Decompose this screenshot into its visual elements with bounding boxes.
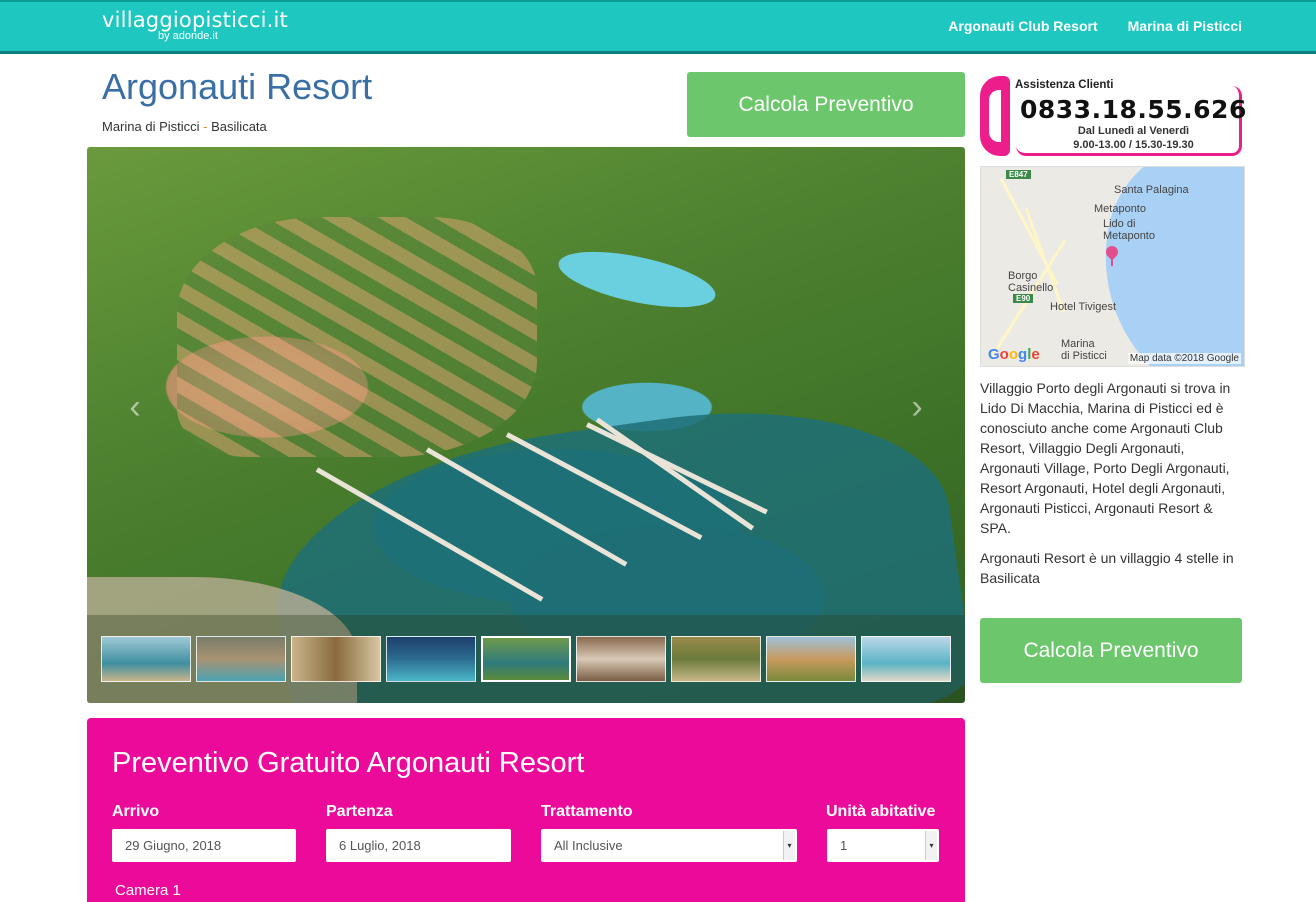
free-quote-form: Preventivo Gratuito Argonauti Resort Arr… — [87, 718, 965, 902]
customer-assistance-banner: Assistenza Clienti 0833.18.55.626 Dal Lu… — [980, 76, 1246, 156]
page-title: Argonauti Resort — [102, 66, 373, 107]
units-label: Unità abitative — [826, 803, 936, 820]
thumbnail-6[interactable] — [576, 636, 666, 682]
departure-label: Partenza — [326, 803, 393, 820]
thumbnail-9[interactable] — [861, 636, 951, 682]
description-paragraph-1: Villaggio Porto degli Argonauti si trova… — [980, 380, 1231, 536]
board-select-value: All Inclusive — [554, 838, 623, 853]
departure-date-input[interactable]: 6 Luglio, 2018 — [326, 829, 511, 862]
room-1-label: Camera 1 — [115, 882, 181, 899]
quote-form-title: Preventivo Gratuito Argonauti Resort — [112, 747, 585, 779]
thumbnail-5[interactable] — [481, 636, 571, 682]
gallery-next-arrow-icon[interactable]: › — [887, 377, 947, 437]
location-map[interactable]: E847 E90 Santa Palagina Metaponto Lido d… — [980, 166, 1245, 367]
gallery-photo-pool — [554, 240, 720, 319]
thumbnail-7[interactable] — [671, 636, 761, 682]
units-select[interactable]: 1 ▾ — [827, 829, 939, 862]
map-sea — [1076, 167, 1244, 366]
map-label-santa-palagina: Santa Palagina — [1114, 184, 1189, 196]
assistance-days: Dal Lunedì al Venerdì — [1077, 125, 1190, 137]
map-shield-e90: E90 — [1013, 294, 1034, 303]
brand-logo[interactable]: villaggiopisticci.it by adonde.it — [102, 8, 288, 42]
description-paragraph-2: Argonauti Resort è un villaggio 4 stelle… — [980, 550, 1234, 586]
arrival-label: Arrivo — [112, 803, 160, 820]
gallery-photo-resort-buildings — [177, 217, 537, 457]
thumbnail-2[interactable] — [196, 636, 286, 682]
map-data-credit: Map data ©2018 Google — [1127, 353, 1241, 364]
map-pin-stem — [1111, 256, 1113, 266]
location-subtitle: Marina di Pisticci - Basilicata — [102, 119, 267, 134]
arrival-date-input[interactable]: 29 Giugno, 2018 — [112, 829, 296, 862]
thumbnail-strip — [87, 615, 965, 703]
nav-link-argonauti-club-resort[interactable]: Argonauti Club Resort — [948, 18, 1097, 34]
top-navbar: villaggiopisticci.it by adonde.it Argona… — [0, 0, 1316, 54]
thumbnail-4[interactable] — [386, 636, 476, 682]
assistance-phone-number[interactable]: 0833.18.55.626 — [1020, 95, 1247, 124]
board-label: Trattamento — [541, 803, 633, 820]
calcola-preventivo-button-sidebar[interactable]: Calcola Preventivo — [980, 618, 1242, 683]
thumbnail-1[interactable] — [101, 636, 191, 682]
resort-description: Villaggio Porto degli Argonauti si trova… — [980, 378, 1245, 598]
nav-links: Argonauti Club Resort Marina di Pisticci — [948, 18, 1242, 34]
select-arrow-icon: ▾ — [925, 831, 937, 860]
calcola-preventivo-button-top[interactable]: Calcola Preventivo — [687, 72, 965, 137]
units-select-value: 1 — [840, 838, 848, 853]
map-label-hotel-tivigest: Hotel Tivigest — [1050, 301, 1117, 313]
map-label-borgo-casinello: Borgo Casinello — [1008, 270, 1054, 294]
location-separator: - — [203, 119, 208, 134]
brand-name[interactable]: villaggiopisticci.it — [102, 8, 288, 32]
board-select[interactable]: All Inclusive ▾ — [541, 829, 797, 862]
thumbnail-8[interactable] — [766, 636, 856, 682]
assistance-label: Assistenza Clienti — [1012, 79, 1117, 91]
map-label-marina-di-pisticci: Marina di Pisticci — [1061, 338, 1107, 362]
select-arrow-icon: ▾ — [783, 831, 795, 860]
location-region: Basilicata — [211, 119, 267, 134]
thumbnail-3[interactable] — [291, 636, 381, 682]
nav-link-marina-di-pisticci[interactable]: Marina di Pisticci — [1128, 18, 1242, 34]
map-shield-e847: E847 — [1006, 170, 1031, 179]
map-label-metaponto: Metaponto — [1094, 203, 1146, 215]
map-label-lido-di-metaponto: Lido di Metaponto — [1103, 218, 1155, 242]
location-town: Marina di Pisticci — [102, 119, 200, 134]
google-logo: Google — [988, 346, 1040, 363]
gallery-prev-arrow-icon[interactable]: ‹ — [105, 377, 165, 437]
assistance-hours: 9.00-13.00 / 15.30-19.30 — [1073, 139, 1194, 151]
photo-gallery: ‹ › — [87, 147, 965, 703]
